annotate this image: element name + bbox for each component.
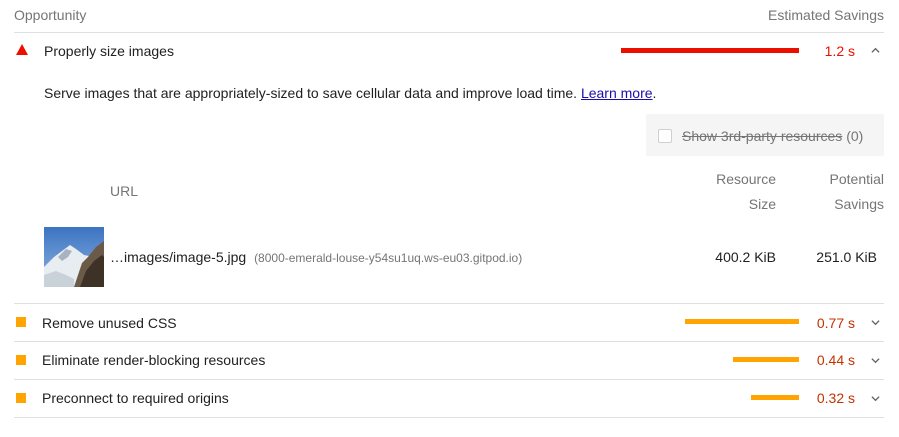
third-party-text: Show 3rd-party resources (682, 128, 843, 144)
audit-title: Preconnect to required origins (42, 390, 229, 406)
learn-more-link[interactable]: Learn more (581, 85, 653, 101)
col-potential-savings: Potential Savings (830, 167, 884, 217)
audit-preconnect[interactable]: Preconnect to required origins 0.32 s (0, 380, 899, 417)
chevron-up-icon[interactable] (871, 46, 880, 55)
chevron-down-icon[interactable] (871, 356, 880, 365)
col-resource-size-line2: Size (748, 196, 776, 212)
chevron-down-icon[interactable] (871, 318, 880, 327)
col-resource-size-line1: Resource (716, 171, 776, 187)
average-square-icon (16, 393, 26, 403)
potential-savings-cell: 251.0 KiB (816, 249, 877, 265)
estimated-savings-header: Estimated Savings (768, 7, 884, 23)
image-thumbnail[interactable] (44, 227, 104, 287)
col-url: URL (110, 183, 139, 199)
url-host: (8000-emerald-louse-y54su1uq.ws-eu03.git… (254, 251, 523, 265)
audit-description: Serve images that are appropriately-size… (44, 85, 656, 101)
audit-remove-unused-css[interactable]: Remove unused CSS 0.77 s (0, 304, 899, 341)
savings-bar (733, 357, 799, 362)
col-resource-size: Resource Size (716, 167, 776, 217)
savings-bar (685, 319, 799, 324)
average-square-icon (16, 317, 26, 327)
description-period: . (652, 85, 657, 101)
savings-bar (751, 395, 799, 400)
third-party-filter[interactable]: Show 3rd-party resources (0) (646, 114, 884, 156)
third-party-checkbox[interactable] (658, 129, 672, 143)
description-text: Serve images that are appropriately-size… (44, 85, 581, 101)
table-row: …images/image-5.jpg (8000-emerald-louse-… (0, 227, 899, 287)
fail-triangle-icon (16, 44, 28, 55)
resource-size-cell: 400.2 KiB (715, 249, 776, 265)
audit-properly-size-images[interactable]: Properly size images 1.2 s (0, 33, 899, 69)
average-square-icon (16, 355, 26, 365)
savings-bar (621, 48, 799, 53)
third-party-count: (0) (846, 128, 864, 144)
savings-value: 1.2 s (824, 43, 855, 59)
url-path: …images/image-5.jpg (110, 249, 247, 265)
audit-title: Eliminate render-blocking resources (42, 352, 266, 368)
savings-value: 0.77 s (816, 315, 855, 331)
col-potential-savings-line2: Savings (834, 196, 884, 212)
audit-title: Properly size images (44, 43, 174, 59)
savings-value: 0.44 s (816, 352, 855, 368)
col-potential-savings-line1: Potential (829, 171, 884, 187)
opportunity-header: Opportunity (14, 7, 87, 23)
savings-value: 0.32 s (816, 390, 855, 406)
divider (14, 417, 884, 418)
chevron-down-icon[interactable] (871, 394, 880, 403)
url-cell[interactable]: …images/image-5.jpg (8000-emerald-louse-… (110, 249, 522, 265)
third-party-label[interactable]: Show 3rd-party resources (0) (682, 128, 863, 144)
audit-title: Remove unused CSS (42, 315, 177, 331)
audit-eliminate-render-blocking[interactable]: Eliminate render-blocking resources 0.44… (0, 342, 899, 379)
